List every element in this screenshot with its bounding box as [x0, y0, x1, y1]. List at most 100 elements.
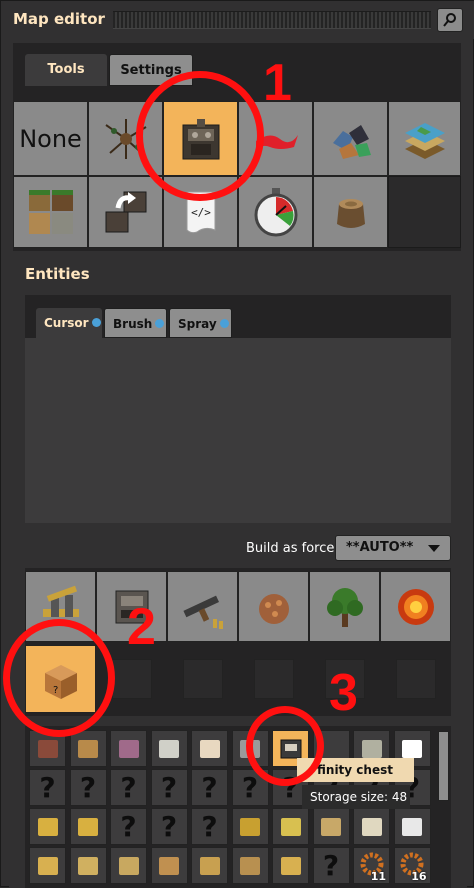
question-mark-icon: ?	[39, 771, 56, 804]
worm-icon	[159, 856, 179, 875]
map-editor-window: Map editor Tools Settings None </> Entit…	[0, 0, 474, 888]
window-title: Map editor	[13, 10, 105, 28]
tool-none-button[interactable]: None	[13, 101, 88, 176]
grid-scrollbar[interactable]	[438, 731, 449, 801]
tab-tools[interactable]: Tools	[25, 54, 107, 86]
info-icon	[155, 319, 165, 328]
hook-icon	[199, 856, 220, 875]
info-icon	[91, 318, 101, 327]
soil-tiles-icon	[28, 190, 73, 234]
unknown-entity-cell[interactable]: ?	[69, 769, 107, 806]
tool-tiles-button[interactable]	[388, 101, 461, 176]
horn-icon	[118, 856, 139, 875]
heat-icon	[159, 739, 179, 758]
entity-cell[interactable]	[150, 847, 188, 884]
drag-handle[interactable]	[113, 11, 431, 29]
entity-cell[interactable]	[231, 847, 269, 884]
category-combat[interactable]	[167, 571, 238, 642]
tab-cursor[interactable]: Cursor	[36, 308, 102, 338]
gold-chest-icon	[78, 817, 98, 836]
question-mark-icon: ?	[79, 771, 97, 804]
clone-icon	[105, 191, 146, 233]
entity-cell[interactable]	[353, 808, 390, 845]
annotation-number-2: 2	[127, 598, 156, 656]
info-icon	[219, 319, 229, 328]
fish-icon	[240, 856, 260, 875]
unknown-entity-cell[interactable]: ?	[29, 769, 66, 806]
entity-cell[interactable]	[150, 730, 188, 767]
cursor-tab-content	[25, 338, 451, 523]
stopwatch-icon	[254, 188, 297, 237]
force-dropdown[interactable]: **AUTO**	[335, 535, 451, 561]
question-mark-icon: ?	[160, 810, 178, 843]
ore-icon	[332, 124, 371, 159]
question-mark-icon: ?	[160, 771, 178, 804]
question-mark-icon: ?	[201, 810, 218, 843]
annotation-number-3: 3	[329, 664, 358, 722]
unknown-entity-cell[interactable]: ?	[191, 808, 228, 845]
shard-icon	[78, 856, 98, 875]
bone-icon	[199, 739, 220, 758]
enemies-icon	[258, 593, 289, 624]
entities-title: Entities	[25, 265, 90, 283]
entity-cell[interactable]	[29, 808, 66, 845]
gold-chest-icon	[37, 817, 58, 836]
wing-icon	[280, 856, 301, 875]
entity-cell[interactable]	[69, 808, 107, 845]
search-button[interactable]	[437, 8, 463, 32]
unknown-entity-cell[interactable]: ?	[150, 769, 188, 806]
question-mark-icon: ?	[120, 810, 137, 843]
entity-cell[interactable]: 11	[353, 847, 390, 884]
tool-clone-button[interactable]	[88, 176, 163, 248]
unknown-entity-cell[interactable]: ?	[110, 769, 147, 806]
question-mark-icon: ?	[120, 771, 137, 804]
entity-cell[interactable]	[110, 730, 147, 767]
tool-time-button[interactable]	[238, 176, 313, 248]
unknown-entity-cell[interactable]: ?	[150, 808, 188, 845]
entity-cell[interactable]	[110, 847, 147, 884]
count-badge: 16	[411, 870, 427, 883]
unknown-entity-cell[interactable]: ?	[312, 847, 350, 884]
category-enemies[interactable]	[238, 571, 309, 642]
red-crate-icon	[37, 739, 58, 758]
tool-resources-button[interactable]	[313, 101, 388, 176]
question-mark-icon: ?	[201, 771, 218, 804]
entity-cell[interactable]	[393, 808, 431, 845]
entity-cell[interactable]	[29, 847, 66, 884]
entity-cell[interactable]	[272, 808, 309, 845]
category-explosion[interactable]	[380, 571, 451, 642]
subgroup-empty	[396, 659, 436, 699]
entity-cell[interactable]	[69, 847, 107, 884]
tab-brush[interactable]: Brush	[104, 308, 167, 338]
tool-cliffs-button[interactable]	[13, 176, 88, 248]
entity-cell[interactable]	[191, 847, 228, 884]
entity-cell[interactable]	[272, 847, 309, 884]
subgroup-empty	[112, 659, 152, 699]
entity-cell[interactable]	[69, 730, 107, 767]
spider-icon	[118, 739, 139, 758]
unknown-entity-cell[interactable]: ?	[191, 769, 228, 806]
wooden-chest-icon	[78, 739, 98, 758]
chevron-down-icon	[428, 545, 440, 552]
explosion-icon	[397, 588, 434, 625]
category-environment[interactable]	[309, 571, 380, 642]
tool-empty-slot	[388, 176, 461, 248]
tooltip-storage-size: Storage size: 48	[302, 785, 410, 809]
entity-cell[interactable]: 16	[393, 847, 431, 884]
subgroup-empty	[183, 659, 223, 699]
entity-cell[interactable]	[231, 808, 269, 845]
question-mark-icon: ?	[241, 771, 259, 804]
yellow-gear-icon	[280, 817, 301, 836]
entity-cell[interactable]	[191, 730, 228, 767]
gear-bug-icon	[240, 817, 260, 836]
title-bar[interactable]: Map editor	[1, 1, 474, 39]
tool-trees-button[interactable]	[313, 176, 388, 248]
tab-spray[interactable]: Spray	[169, 308, 232, 338]
svg-text:</>: </>	[191, 206, 211, 219]
subgroup-empty	[254, 659, 294, 699]
paper-icon	[361, 817, 382, 836]
environment-icon	[326, 587, 363, 627]
entity-cell[interactable]	[312, 808, 350, 845]
annotation-circle-1	[136, 71, 264, 201]
unknown-entity-cell[interactable]: ?	[110, 808, 147, 845]
